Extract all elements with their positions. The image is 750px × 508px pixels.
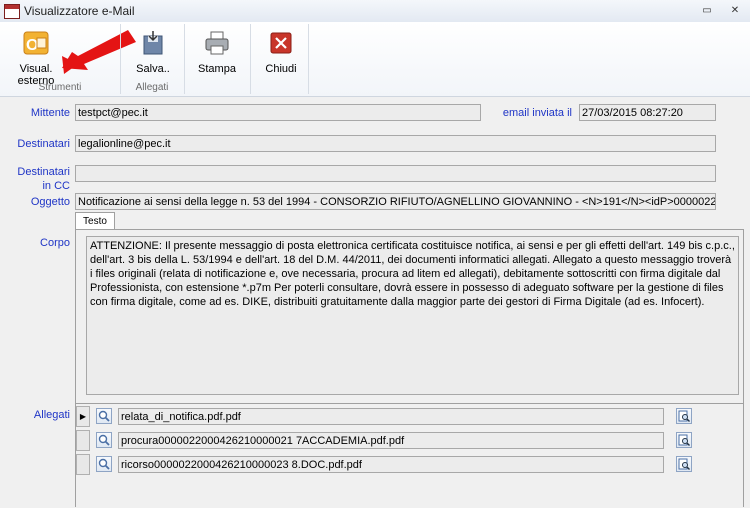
window-title: Visualizzatore e-Mail [24,4,135,18]
close-window-icon[interactable]: ✕ [728,4,742,17]
visual-esterno-button[interactable]: O Visual. esterno [8,28,64,87]
allegati-label: Allegati [33,409,70,421]
email-inviata-label: email inviata il [502,107,572,119]
record-selector[interactable] [76,430,90,451]
oggetto-field[interactable]: Notificazione ai sensi della legge n. 53… [75,193,716,210]
red-arrow-annotation [62,30,136,74]
open-attachment-button[interactable] [96,432,112,448]
ribbon-separator [184,24,185,94]
ribbon-separator [308,24,309,94]
app-window-icon [4,4,20,19]
attachment-name-field[interactable]: relata_di_notifica.pdf.pdf [118,408,664,425]
group-label-allegati: Allegati [135,82,169,93]
destinatari-field[interactable]: legalionline@pec.it [75,135,716,152]
record-selector[interactable] [76,454,90,475]
stampa-button[interactable]: Stampa [194,28,240,75]
save-attachment-button[interactable] [676,432,692,448]
attachment-name-field[interactable]: ricorso0000022000426210000023 8.DOC.pdf.… [118,456,664,473]
stampa-label: Stampa [198,63,236,75]
outlook-icon: O [23,31,49,55]
find-file-icon [678,458,690,470]
group-label-strumenti: Strumenti [38,82,82,93]
minimize-icon[interactable]: ▭ [700,4,714,17]
find-file-icon [678,410,690,422]
magnifier-icon [98,410,110,422]
title-bar: Visualizzatore e-Mail ▭ ✕ [0,0,750,23]
find-file-icon [678,434,690,446]
chiudi-button[interactable]: Chiudi [258,28,304,75]
salva-label: Salva.. [136,63,170,75]
save-attachment-icon [143,31,163,55]
ribbon-separator [250,24,251,94]
close-icon [270,32,292,54]
open-attachment-button[interactable] [96,408,112,424]
ribbon-toolbar: O Visual. esterno Salva.. Stampa Chiudi [0,22,750,97]
printer-icon [205,31,229,55]
chiudi-label: Chiudi [265,63,297,75]
save-attachment-button[interactable] [676,456,692,472]
corpo-label: Corpo [40,237,70,249]
save-attachment-button[interactable] [676,408,692,424]
mittente-label: Mittente [30,107,70,119]
magnifier-icon [98,434,110,446]
attachment-name-field[interactable]: procura0000022000426210000021 7ACCADEMIA… [118,432,664,449]
corpo-textarea[interactable]: ATTENZIONE: Il presente messaggio di pos… [86,236,739,395]
email-inviata-field[interactable]: 27/03/2015 08:27:20 [579,104,716,121]
destinatari-cc-field[interactable] [75,165,716,182]
mittente-field[interactable]: testpct@pec.it [75,104,481,121]
magnifier-icon [98,458,110,470]
record-selector-current[interactable]: ▶ [76,406,90,427]
open-attachment-button[interactable] [96,456,112,472]
destinatari-cc-label: Destinatari in CC [17,166,70,192]
oggetto-label: Oggetto [30,196,70,208]
salva-button[interactable]: Salva.. [130,28,176,75]
destinatari-label: Destinatari [17,138,70,150]
